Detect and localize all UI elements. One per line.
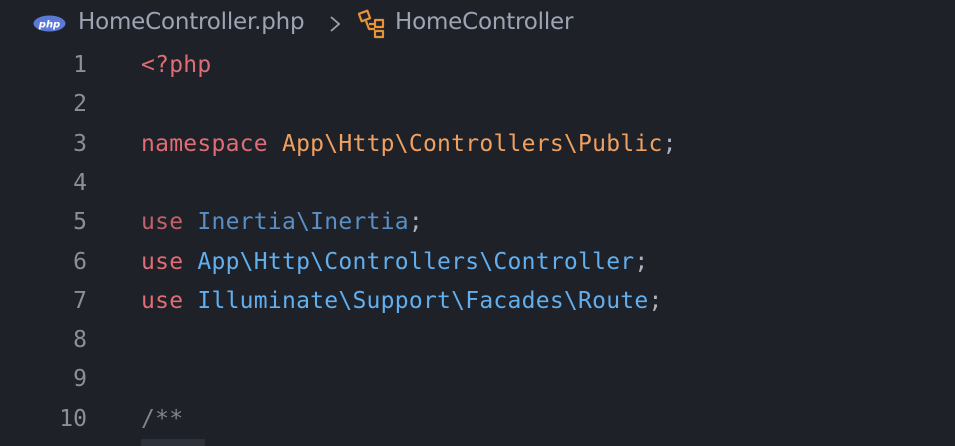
code-token: namespace bbox=[141, 130, 282, 157]
breadcrumb-file-name[interactable]: HomeController.php bbox=[78, 9, 305, 35]
code-line[interactable]: 3 namespace App\Http\Controllers\Public; bbox=[0, 127, 955, 166]
line-number: 1 bbox=[73, 52, 87, 78]
code-token: App\Http\Controllers\Public bbox=[281, 130, 663, 157]
current-line-highlight bbox=[141, 439, 205, 446]
line-number: 3 bbox=[73, 130, 87, 157]
code-line[interactable]: 10 /** bbox=[0, 402, 955, 441]
line-number: 6 bbox=[73, 248, 87, 275]
line-number: 8 bbox=[73, 327, 87, 354]
code-token: use bbox=[141, 287, 198, 314]
code-token: ; bbox=[408, 209, 423, 236]
code-token: ; bbox=[662, 130, 677, 157]
code-token: Inertia\Inertia bbox=[197, 209, 409, 236]
line-number: 2 bbox=[73, 91, 87, 118]
line-code[interactable]: namespace App\Http\Controllers\Public; bbox=[141, 131, 677, 157]
breadcrumb: php HomeController.php HomeController bbox=[0, 0, 955, 48]
code-token: Illuminate\Support\Facades\Route bbox=[197, 287, 649, 314]
code-line[interactable]: 5 use Inertia\Inertia; bbox=[0, 205, 955, 244]
line-code[interactable]: <?php bbox=[141, 52, 212, 78]
code-line[interactable]: 8 bbox=[0, 323, 955, 362]
code-token: use bbox=[141, 209, 198, 236]
php-icon-label: php bbox=[38, 19, 60, 30]
class-symbol-icon bbox=[357, 9, 385, 39]
line-number: 5 bbox=[73, 209, 87, 236]
line-code[interactable]: /** bbox=[141, 406, 183, 432]
line-code[interactable]: use Illuminate\Support\Facades\Route; bbox=[141, 288, 663, 314]
code-token: use bbox=[141, 248, 198, 275]
code-token: ; bbox=[648, 287, 663, 314]
line-number: 9 bbox=[73, 366, 87, 393]
code-token: <?php bbox=[141, 52, 212, 78]
line-number: 10 bbox=[59, 405, 87, 432]
code-line[interactable]: 1 <?php bbox=[0, 48, 955, 87]
code-line[interactable]: 7 use Illuminate\Support\Facades\Route; bbox=[0, 284, 955, 323]
line-number: 4 bbox=[73, 169, 87, 196]
code-editor[interactable]: 1 <?php 2 3 namespace App\Http\Controllers\P… bbox=[0, 48, 955, 446]
line-number: 7 bbox=[73, 287, 87, 314]
code-line[interactable]: 9 bbox=[0, 362, 955, 401]
breadcrumb-symbol-name[interactable]: HomeController bbox=[395, 9, 573, 35]
code-token: App\Http\Controllers\Controller bbox=[197, 248, 635, 275]
code-line[interactable]: 6 use App\Http\Controllers\Controller; bbox=[0, 245, 955, 284]
line-code[interactable]: use Inertia\Inertia; bbox=[141, 209, 423, 235]
code-line[interactable]: 2 bbox=[0, 87, 955, 126]
code-token: /** bbox=[141, 405, 184, 432]
line-code[interactable]: use App\Http\Controllers\Controller; bbox=[141, 249, 649, 275]
chevron-right-icon bbox=[330, 16, 341, 32]
php-file-icon[interactable]: php bbox=[33, 15, 66, 32]
code-line[interactable]: 4 bbox=[0, 166, 955, 205]
code-token: ; bbox=[634, 248, 649, 275]
